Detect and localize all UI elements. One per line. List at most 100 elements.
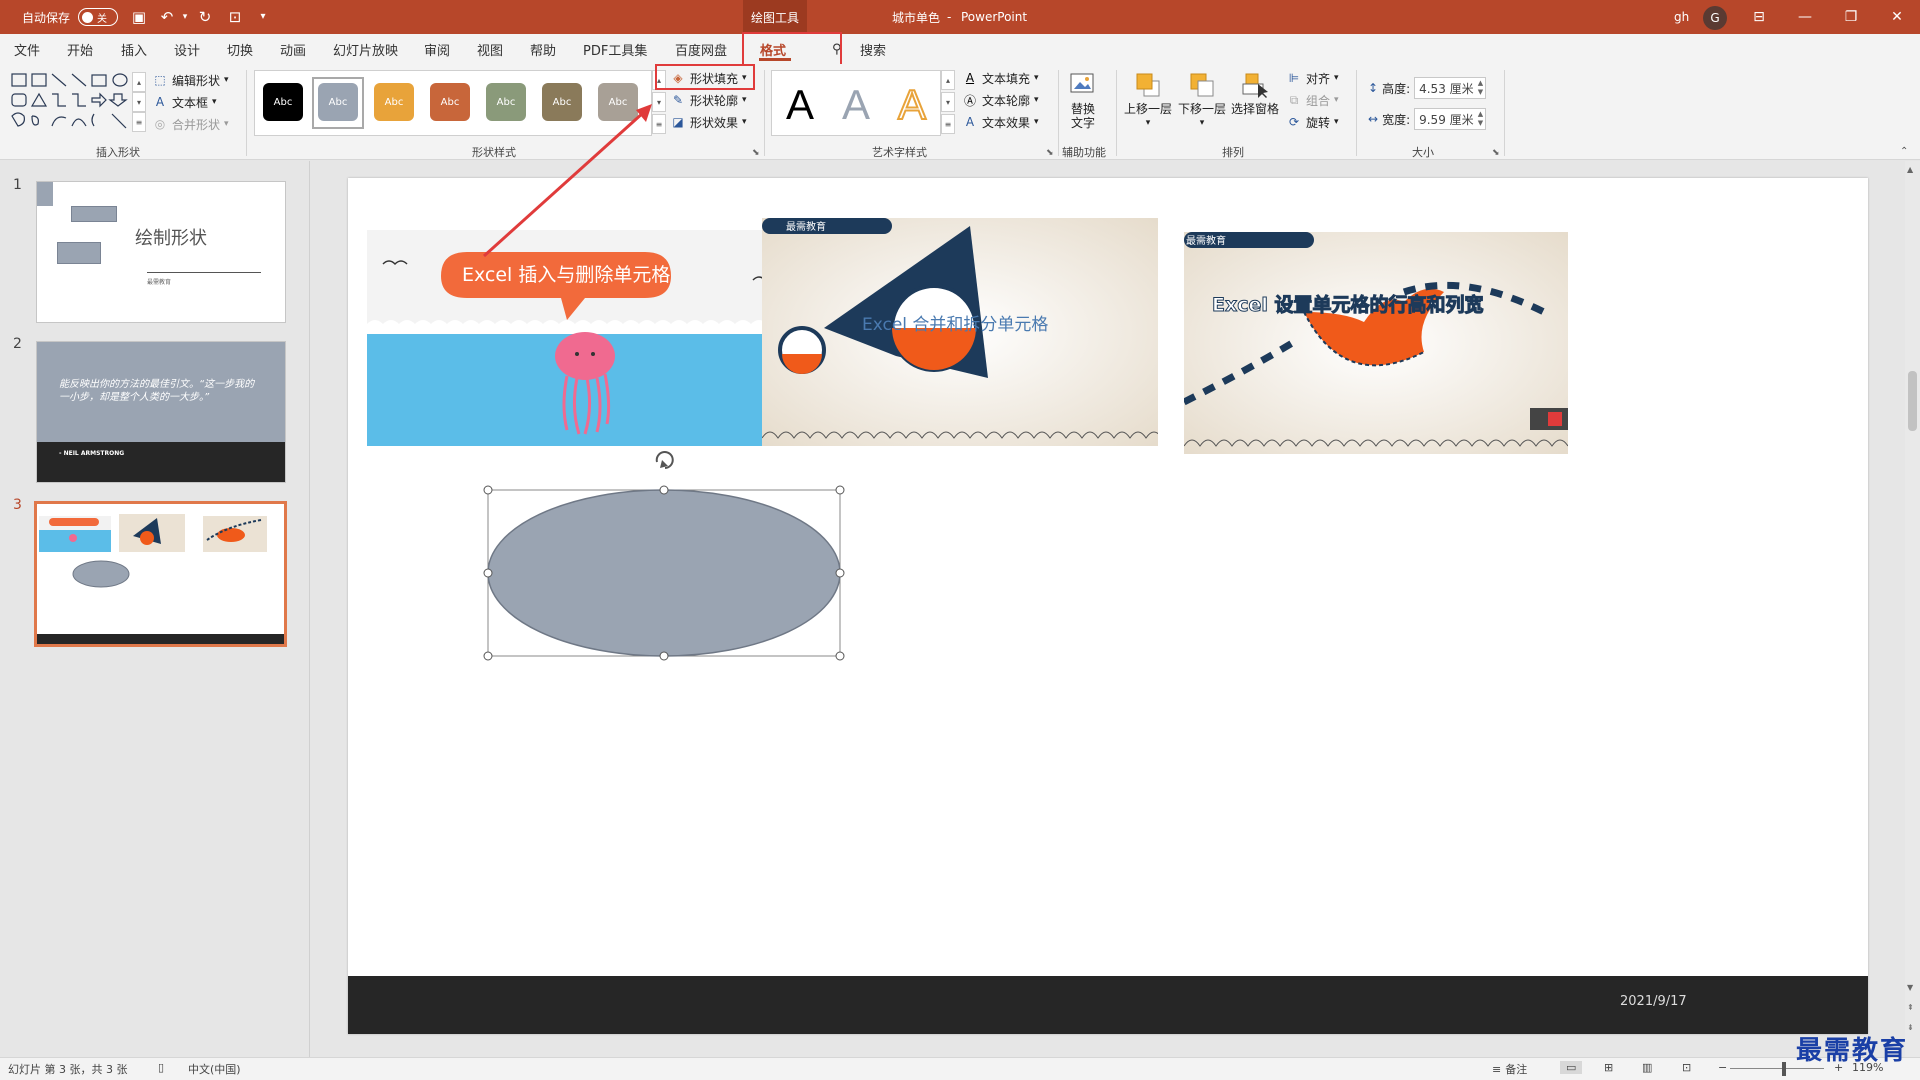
- group-icon: ⧉: [1289, 92, 1299, 107]
- styles-more-icon[interactable]: ≡: [652, 114, 666, 134]
- shape-outline-button[interactable]: ✎ 形状轮廓 ▾: [670, 90, 747, 110]
- slide-sorter-icon[interactable]: ⊞: [1604, 1061, 1613, 1074]
- width-spinner-icon[interactable]: ▲ ▼: [1478, 110, 1483, 128]
- wordart-gray[interactable]: A: [842, 81, 870, 129]
- tab-baidu-netdisk[interactable]: 百度网盘: [675, 34, 727, 64]
- vertical-scrollbar[interactable]: ▲ ▼ ⇞ ⇟: [1905, 161, 1920, 1057]
- merge-shapes-button[interactable]: ◎ 合并形状 ▾: [152, 114, 229, 134]
- chevron-down-icon: ▾: [742, 95, 747, 105]
- shapes-scroll-up-icon[interactable]: ▴: [132, 72, 146, 92]
- wordart-black[interactable]: A: [786, 81, 814, 129]
- scroll-up-icon[interactable]: ▲: [1907, 165, 1913, 174]
- dialog-launcher-icon[interactable]: ⬊: [1492, 148, 1500, 158]
- autosave-toggle[interactable]: 关: [78, 0, 118, 34]
- group-button[interactable]: ⧉ 组合 ▾: [1286, 90, 1339, 110]
- tab-file[interactable]: 文件: [14, 34, 40, 64]
- restore-icon[interactable]: ❐: [1828, 0, 1874, 34]
- undo-icon[interactable]: ↶: [158, 8, 176, 26]
- normal-view-icon[interactable]: ▭: [1560, 1061, 1583, 1074]
- wordart-scroll-down-icon[interactable]: ▾: [941, 92, 955, 112]
- height-input[interactable]: 4.53 厘米 ▲ ▼: [1414, 77, 1487, 99]
- scrollbar-thumb[interactable]: [1908, 371, 1917, 431]
- tab-slideshow[interactable]: 幻灯片放映: [333, 34, 398, 64]
- chevron-down-icon: ▾: [212, 97, 217, 107]
- user-name[interactable]: gh: [1674, 0, 1689, 34]
- align-button[interactable]: ⊫ 对齐 ▾: [1286, 68, 1339, 88]
- style-swatch-blue-gray[interactable]: Abc: [318, 83, 358, 121]
- style-swatch-taupe[interactable]: Abc: [598, 83, 638, 121]
- style-swatch-gold[interactable]: Abc: [374, 83, 414, 121]
- notes-label: 备注: [1505, 1063, 1528, 1076]
- tab-insert[interactable]: 插入: [121, 34, 147, 64]
- language-indicator[interactable]: 中文(中国): [188, 1061, 241, 1077]
- shapes-more-icon[interactable]: ≡: [132, 112, 146, 132]
- tab-view[interactable]: 视图: [477, 34, 503, 64]
- chevron-down-icon: ▾: [1334, 117, 1339, 127]
- banner-image-3[interactable]: [1184, 232, 1568, 454]
- styles-scroll-down-icon[interactable]: ▾: [652, 92, 666, 112]
- height-spinner-icon[interactable]: ▲ ▼: [1478, 79, 1483, 97]
- alt-text-button[interactable]: 替换 文字: [1068, 70, 1098, 130]
- style-swatch-black[interactable]: Abc: [263, 83, 303, 121]
- scroll-down-icon[interactable]: ▼: [1907, 983, 1913, 992]
- tab-review[interactable]: 审阅: [424, 34, 450, 64]
- text-box-button[interactable]: A 文本框 ▾: [152, 92, 217, 112]
- minimize-icon[interactable]: —: [1782, 0, 1828, 34]
- dialog-launcher-icon[interactable]: ⬊: [1046, 148, 1054, 158]
- previous-slide-icon[interactable]: ⇞: [1907, 1003, 1914, 1012]
- slideshow-view-icon[interactable]: ⊡: [1682, 1061, 1691, 1074]
- undo-dropdown-icon[interactable]: ▾: [176, 8, 194, 26]
- shapes-gallery[interactable]: [10, 72, 142, 134]
- shapes-scroll-down-icon[interactable]: ▾: [132, 92, 146, 112]
- shape-effects-button[interactable]: ◪ 形状效果 ▾: [670, 112, 746, 132]
- tab-home[interactable]: 开始: [67, 34, 93, 64]
- slide-thumbnail-1[interactable]: 绘制形状 最需教育: [36, 181, 286, 323]
- style-swatch-green[interactable]: Abc: [486, 83, 526, 121]
- tab-design[interactable]: 设计: [174, 34, 200, 64]
- slide-canvas[interactable]: Excel 插入与删除单元格 最需教育 Excel 合并和拆分单元格 最需教育 …: [348, 178, 1868, 1034]
- selection-pane-button[interactable]: 选择窗格: [1231, 70, 1279, 116]
- text-outline-button[interactable]: Ⓐ 文本轮廓 ▾: [962, 90, 1039, 110]
- tab-transitions[interactable]: 切换: [227, 34, 253, 64]
- send-backward-button[interactable]: 下移一层 ▾: [1178, 70, 1226, 130]
- rotate-button[interactable]: ⟳ 旋转 ▾: [1286, 112, 1339, 132]
- width-input[interactable]: 9.59 厘米 ▲ ▼: [1414, 108, 1487, 130]
- notes-button[interactable]: ≡ 备注: [1492, 1061, 1527, 1077]
- wordart-gold-outline[interactable]: A: [897, 80, 927, 129]
- wordart-scroll-up-icon[interactable]: ▴: [941, 70, 955, 90]
- close-icon[interactable]: ✕: [1874, 0, 1920, 34]
- redo-icon[interactable]: ↻: [196, 8, 214, 26]
- zoom-slider[interactable]: [1730, 1068, 1824, 1069]
- dialog-launcher-icon[interactable]: ⬊: [752, 148, 760, 158]
- accessibility-check-icon[interactable]: ▯: [158, 1061, 164, 1074]
- zoom-slider-thumb[interactable]: [1782, 1062, 1786, 1076]
- zoom-out-icon[interactable]: −: [1718, 1061, 1727, 1074]
- selected-ellipse-shape[interactable]: [476, 448, 846, 664]
- send-backward-label: 下移一层: [1178, 102, 1227, 116]
- thumb-corner-shape: [37, 182, 53, 206]
- ribbon-display-icon[interactable]: ⊟: [1736, 0, 1782, 34]
- tab-help[interactable]: 帮助: [530, 34, 556, 64]
- slide-thumbnail-3[interactable]: [34, 501, 287, 647]
- edit-shape-button[interactable]: ⬚ 编辑形状 ▾: [152, 70, 228, 90]
- style-swatch-brown[interactable]: Abc: [542, 83, 582, 121]
- bring-forward-button[interactable]: 上移一层 ▾: [1124, 70, 1172, 130]
- width-value: 9.59 厘米: [1419, 112, 1474, 127]
- present-icon[interactable]: ⊡: [226, 8, 244, 26]
- save-icon[interactable]: ▣: [130, 8, 148, 26]
- text-fill-button[interactable]: A 文本填充 ▾: [962, 68, 1039, 88]
- tab-animations[interactable]: 动画: [280, 34, 306, 64]
- thumb-divider: [147, 272, 261, 273]
- collapse-ribbon-icon[interactable]: ⌃: [1900, 146, 1908, 157]
- text-effects-button[interactable]: A 文本效果 ▾: [962, 112, 1039, 132]
- reading-view-icon[interactable]: ▥: [1642, 1061, 1652, 1074]
- wordart-more-icon[interactable]: ≡: [941, 114, 955, 134]
- avatar[interactable]: G: [1703, 6, 1727, 30]
- customize-toolbar-icon[interactable]: ▾: [254, 8, 272, 26]
- slide-thumbnail-2[interactable]: 能反映出你的方法的最佳引文。“这一步我的一小步，却是整个人类的一大步。” - N…: [36, 341, 286, 483]
- tab-pdf-tools[interactable]: PDF工具集: [583, 34, 647, 64]
- search-label[interactable]: 搜索: [860, 34, 886, 64]
- style-swatch-orange[interactable]: Abc: [430, 83, 470, 121]
- chevron-down-icon: ▾: [1334, 73, 1339, 83]
- wordart-gallery: A A A: [771, 70, 941, 136]
